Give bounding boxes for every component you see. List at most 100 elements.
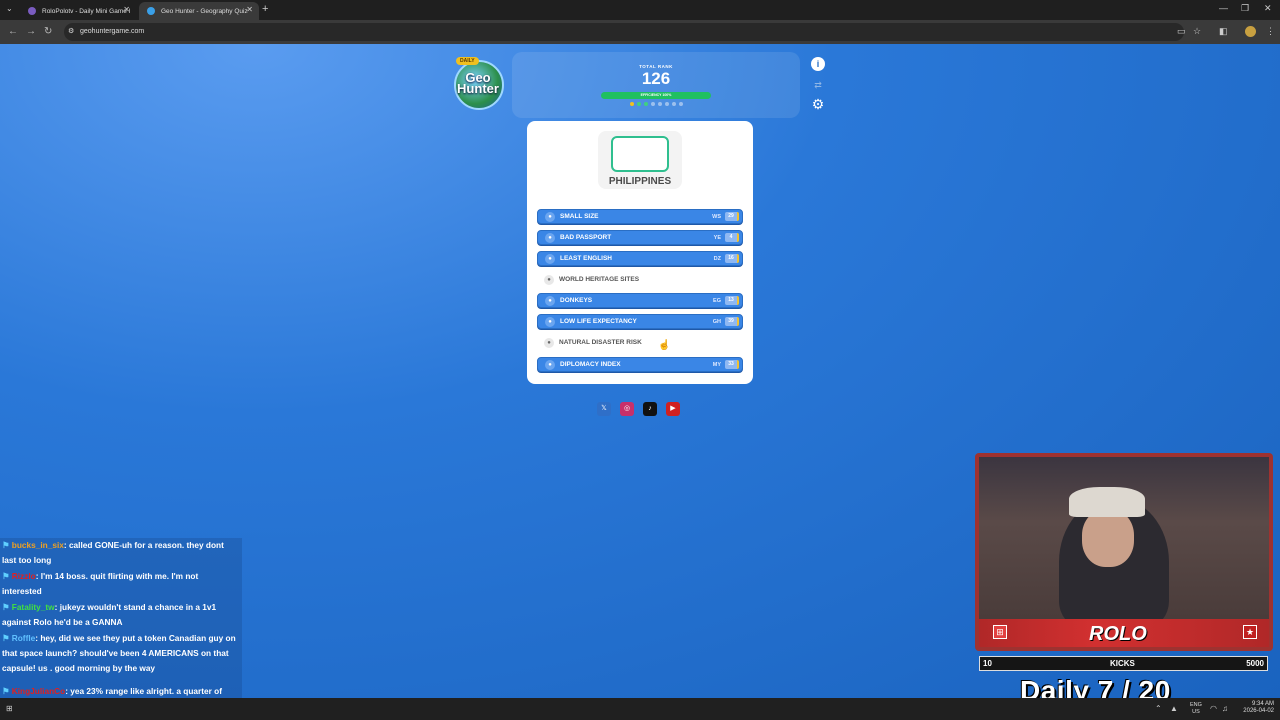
url-field[interactable]: ⚙ geohuntergame.com — [64, 23, 1184, 41]
category-label: BAD PASSPORT — [560, 234, 612, 241]
info-icon[interactable]: i — [811, 57, 825, 71]
category-label: LOW LIFE EXPECTANCY — [560, 318, 637, 325]
chat-username: bucks_in_six — [11, 540, 64, 550]
chat-message: ⚑ Fatality_tw: jukeyz wouldn't stand a c… — [2, 600, 240, 630]
country-card: PHILIPPINES ● SMALL SIZE WS 29 ● BAD PASSPORT… — [527, 121, 753, 384]
category-rank: 39 — [725, 317, 739, 326]
volume-icon[interactable]: ♫ — [1222, 704, 1228, 713]
chosen-country-code: GH — [712, 318, 721, 325]
gift-icon: ⊞ — [993, 625, 1007, 639]
extensions-icon[interactable]: ◧ — [1219, 26, 1228, 37]
start-icon[interactable]: ⊞ — [6, 704, 13, 713]
wifi-icon[interactable]: ◠ — [1210, 704, 1217, 713]
chosen-country-code: DZ — [713, 255, 721, 262]
stats-icon[interactable]: ⇄ — [811, 78, 825, 92]
install-app-icon[interactable]: ▭ — [1177, 26, 1186, 37]
category-label: WORLD HERITAGE SITES — [559, 276, 640, 283]
forward-icon[interactable]: → — [26, 26, 36, 37]
new-tab-icon[interactable]: + — [262, 3, 268, 15]
chat-text: : hey, did we see they put a token Canad… — [2, 633, 236, 673]
heart-icon: ● — [545, 316, 555, 327]
efficiency-label: EFFICIENCY 100% — [640, 93, 672, 97]
category-row[interactable]: ● BAD PASSPORT YE 4 — [537, 230, 743, 245]
chosen-country-code: EG — [713, 297, 721, 304]
chat-badge-icon: ⚑ — [2, 540, 12, 550]
tab-search-icon[interactable]: ⌄ — [6, 4, 13, 13]
efficiency-bar: EFFICIENCY 100% — [601, 92, 711, 99]
category-row[interactable]: ● SMALL SIZE WS 29 — [537, 209, 743, 224]
clock[interactable]: 9:34 AM 2026-04-02 — [1243, 701, 1274, 715]
close-tab-icon[interactable]: ✕ — [123, 5, 130, 14]
webcam-overlay: ⊞ ROLO ★ — [975, 453, 1273, 651]
network-icon[interactable]: ▲ — [1170, 704, 1178, 713]
chat-message: ⚑ Rizzlo: I'm 14 boss. quit flirting wit… — [2, 569, 240, 599]
youtube-icon[interactable]: ▶ — [666, 402, 680, 416]
tornado-icon: ● — [544, 337, 554, 348]
daily-badge: DAILY — [456, 57, 479, 65]
site-info-icon[interactable]: ⚙ — [68, 27, 74, 35]
browser-address-bar: ← → ↻ ⚙ geohuntergame.com ▭ ☆ ◧ ⋮ — [0, 20, 1280, 44]
lang-bottom: US — [1192, 709, 1200, 715]
category-rank: 13 — [725, 296, 739, 305]
category-row[interactable]: ● WORLD HERITAGE SITES — [537, 272, 743, 287]
tab-title: RoloPolotv - Daily Mini Game I — [42, 7, 131, 15]
progress-dot — [637, 102, 641, 106]
category-label: LEAST ENGLISH — [560, 255, 613, 262]
browser-menu-icon[interactable]: ⋮ — [1266, 26, 1275, 37]
instagram-icon[interactable]: ◎ — [620, 402, 634, 416]
progress-dot — [644, 102, 648, 106]
clock-date: 2026-04-02 — [1243, 708, 1274, 714]
progress-dot — [630, 102, 634, 106]
browser-tab-rolopolotv[interactable]: RoloPolotv - Daily Mini Game I ✕ — [20, 2, 136, 20]
webcam-feed — [979, 457, 1269, 619]
lang-top: ENG — [1190, 702, 1202, 708]
close-window-icon[interactable]: ✕ — [1264, 3, 1272, 14]
twitch-favicon-icon — [28, 7, 36, 15]
profile-avatar[interactable] — [1245, 26, 1256, 37]
globe-icon: ● — [545, 359, 555, 370]
social-links: 𝕏 ◎ ♪ ▶ — [597, 402, 680, 416]
bookmark-star-icon[interactable]: ☆ — [1193, 26, 1201, 37]
progress-dot — [672, 102, 676, 106]
chat-message: ⚑ Roffle: hey, did we see they put a tok… — [2, 631, 240, 676]
minimize-icon[interactable]: — — [1219, 3, 1228, 13]
streamer-cap — [1069, 487, 1145, 517]
progress-dots — [630, 102, 683, 106]
category-rank: 4 — [725, 233, 739, 242]
stream-chat-overlay: ⚑ bucks_in_six: called GONE-uh for a rea… — [0, 538, 242, 711]
chat-badge-icon: ⚑ — [2, 633, 12, 643]
webcam-banner: ⊞ ROLO ★ — [979, 619, 1269, 647]
url-text: geohuntergame.com — [80, 28, 145, 35]
category-label: DIPLOMACY INDEX — [560, 361, 621, 368]
clock-time: 9:34 AM — [1251, 701, 1274, 707]
reload-icon[interactable]: ↻ — [44, 26, 52, 37]
flag-placeholder — [611, 136, 669, 172]
browser-tab-geohunter[interactable]: Geo Hunter - Geography Quiz ✕ — [139, 2, 259, 20]
donkey-icon: ● — [545, 295, 555, 306]
globe-favicon-icon — [147, 7, 155, 15]
language-indicator[interactable]: ENG US — [1190, 702, 1202, 716]
browser-tab-bar: ⌄ RoloPolotv - Daily Mini Game I ✕ Geo H… — [0, 0, 1280, 20]
category-row[interactable]: ● DONKEYS EG 13 — [537, 293, 743, 308]
logo-text: Geo Hunter — [457, 70, 499, 96]
category-row[interactable]: ● LEAST ENGLISH DZ 16 — [537, 251, 743, 266]
category-row[interactable]: ● DIPLOMACY INDEX MY 33 — [537, 357, 743, 372]
category-rank: 16 — [725, 254, 739, 263]
close-tab-icon[interactable]: ✕ — [246, 5, 253, 14]
x-twitter-icon[interactable]: 𝕏 — [597, 402, 611, 416]
progress-dot — [658, 102, 662, 106]
ruler-icon: ● — [545, 211, 555, 222]
hand-cursor-icon: ☝ — [658, 340, 671, 351]
geo-hunter-logo[interactable]: DAILY Geo Hunter — [452, 56, 504, 114]
restore-icon[interactable]: ❐ — [1241, 3, 1249, 14]
rank-value: 126 — [641, 69, 671, 88]
tiktok-icon[interactable]: ♪ — [643, 402, 657, 416]
tray-chevron-icon[interactable]: ⌃ — [1155, 704, 1162, 713]
progress-dot — [679, 102, 683, 106]
category-rank: 29 — [725, 212, 739, 221]
gear-icon[interactable]: ⚙ — [811, 97, 825, 111]
category-row[interactable]: ● LOW LIFE EXPECTANCY GH 39 — [537, 314, 743, 329]
category-row[interactable]: ● NATURAL DISASTER RISK — [537, 335, 743, 350]
back-icon[interactable]: ← — [8, 26, 18, 37]
kicks-current: 10 — [983, 659, 992, 668]
